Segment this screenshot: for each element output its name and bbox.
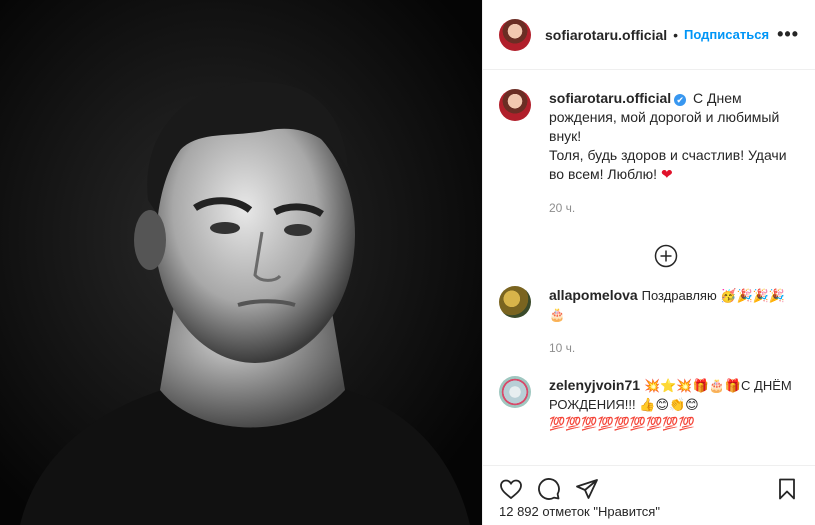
post-photo[interactable] [0,0,482,525]
likes-count[interactable]: 12 892 отметок "Нравится" [499,504,660,519]
load-more[interactable] [533,244,799,268]
comment-username[interactable]: allapomelova [549,287,638,303]
caption-username[interactable]: sofiarotaru.official [549,90,671,106]
comment-icon[interactable] [537,477,561,501]
caption: sofiarotaru.official ✔ С Днем рождения, м… [499,89,799,218]
post-sidebar: sofiarotaru.official • Подписаться ••• s… [482,0,815,525]
heart-emoji: ❤ [660,166,673,182]
bookmark-icon[interactable] [775,477,799,501]
comment-extra: 💯💯💯💯💯💯💯💯💯 [549,416,695,431]
caption-body: sofiarotaru.official ✔ С Днем рождения, м… [549,89,794,218]
avatar[interactable] [499,18,531,51]
avatar[interactable] [499,89,531,121]
portrait-image [0,0,482,525]
separator-dot: • [673,26,679,43]
comments-section[interactable]: sofiarotaru.official ✔ С Днем рождения, м… [483,71,815,463]
comment: allapomelova Поздравляю 🥳🎉🎉🎉🎂 10 ч. [499,286,799,358]
author-username[interactable]: sofiarotaru.official [545,27,667,43]
post-header: sofiarotaru.official • Подписаться ••• [483,0,815,70]
more-options-icon[interactable]: ••• [777,24,799,45]
plus-circle-icon[interactable] [654,244,678,268]
comment-timestamp[interactable]: 10 ч. [549,339,794,358]
verified-badge-icon: ✔ [674,94,687,106]
comment: zelenyjvoin71 💥⭐💥🎁🎂🎁С ДНЁМ РОЖДЕНИЯ!!! 👍… [499,376,799,433]
comment-body: zelenyjvoin71 💥⭐💥🎁🎂🎁С ДНЁМ РОЖДЕНИЯ!!! 👍… [549,376,794,433]
avatar[interactable] [499,376,531,408]
comment-body: allapomelova Поздравляю 🥳🎉🎉🎉🎂 10 ч. [549,286,794,358]
avatar[interactable] [499,286,531,318]
share-icon[interactable] [575,477,599,501]
action-bar [483,465,815,501]
comment-username[interactable]: zelenyjvoin71 [549,377,640,393]
instagram-post: sofiarotaru.official • Подписаться ••• s… [0,0,815,525]
heart-icon[interactable] [499,477,523,501]
follow-button[interactable]: Подписаться [684,27,769,42]
caption-timestamp[interactable]: 20 ч. [549,199,794,218]
